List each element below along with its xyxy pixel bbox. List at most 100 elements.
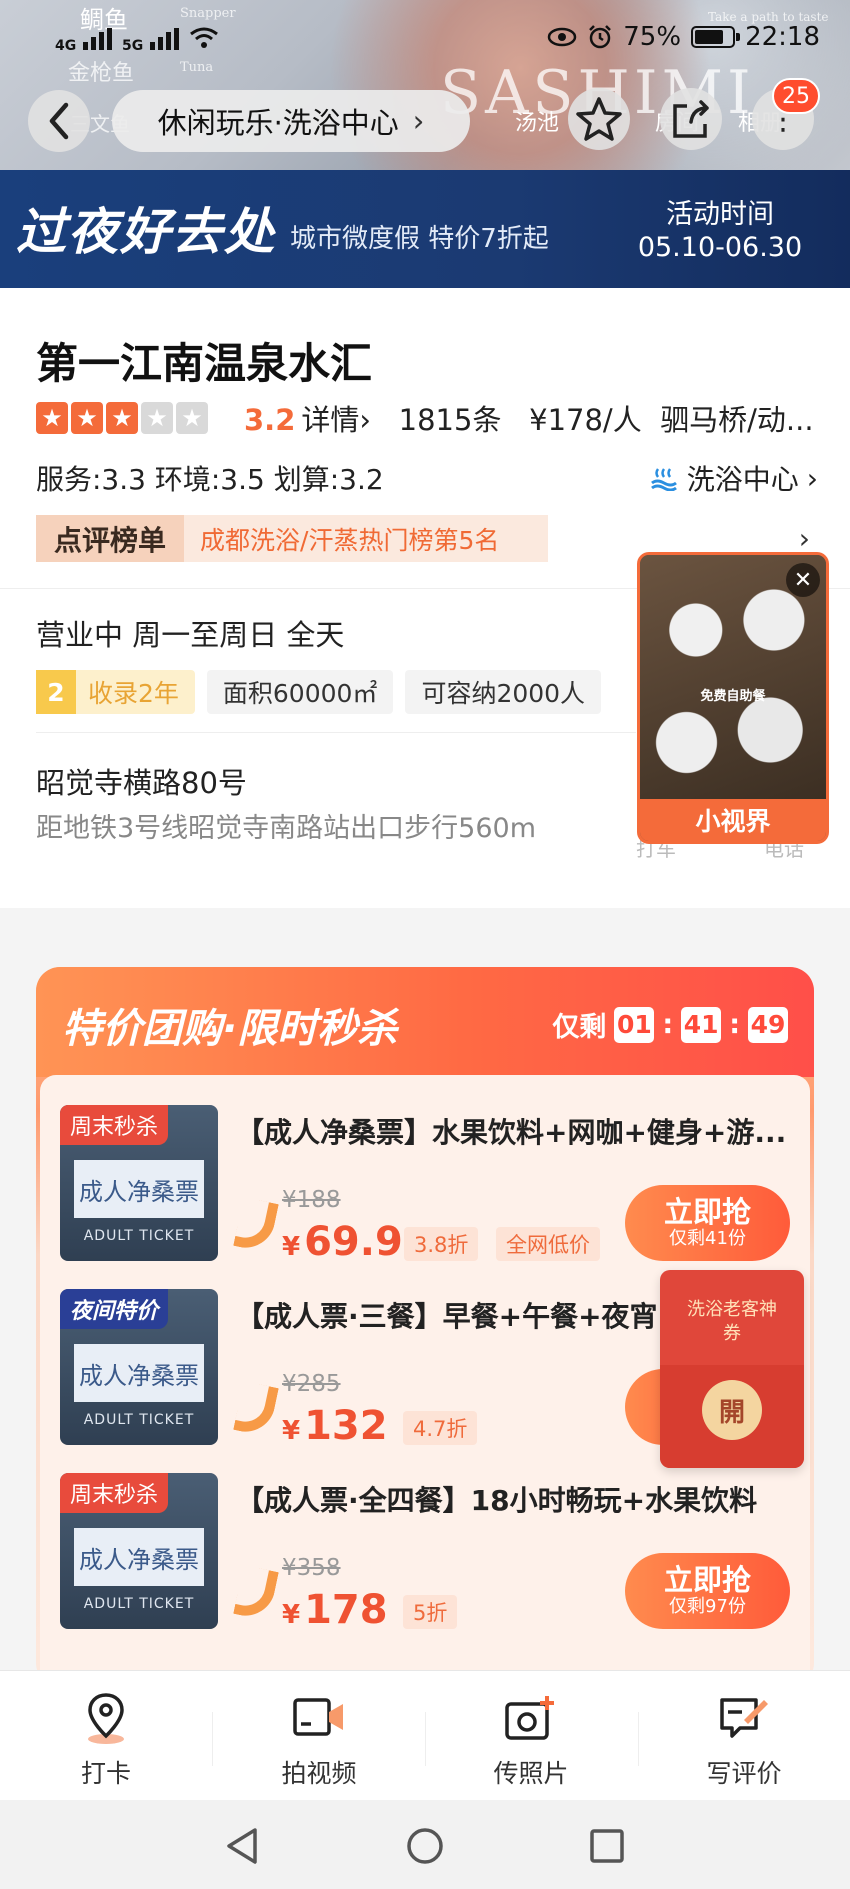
hot-spring-icon — [650, 468, 677, 491]
system-recents-icon[interactable] — [587, 1826, 627, 1866]
deal-thumbnail: 成人净桑票 ADULT TICKET 夜间特价 — [60, 1289, 218, 1445]
deal-ribbon: 周末秒杀 — [60, 1473, 169, 1513]
currency-symbol: ¥ — [282, 1600, 301, 1630]
coupon-open-button[interactable]: 開 — [702, 1380, 762, 1440]
original-price: ¥285 — [282, 1371, 341, 1397]
battery-percent: 75% — [623, 22, 682, 52]
buy-label: 立即抢 — [663, 1195, 751, 1229]
thumb-ticket-text: 成人净桑票 — [74, 1528, 204, 1586]
chevron-right-icon: › — [412, 104, 425, 138]
sub-scores: 服务:3.3 环境:3.5 划算:3.2 — [36, 463, 384, 496]
currency-symbol: ¥ — [282, 1232, 301, 1262]
details-link[interactable]: 详情 — [301, 403, 359, 437]
category-label: 洗浴中心 — [686, 463, 799, 496]
tab-label: 写评价 — [706, 1759, 782, 1788]
deal-price: ¥178 — [282, 1587, 388, 1633]
video-label: 小视界 — [640, 799, 826, 841]
wifi-icon — [190, 27, 218, 48]
coupon-title: 洗浴老客神券 — [687, 1299, 777, 1344]
category-link[interactable]: 洗浴中心 › — [649, 458, 818, 498]
location-pin-icon — [76, 1690, 136, 1746]
deal-item[interactable]: 成人净桑票 ADULT TICKET 周末秒杀 【成人净桑票】水果饮料+网咖+健… — [60, 1105, 820, 1265]
countdown-timer: 仅剩 01 : 41 : 49 — [552, 1005, 788, 1044]
promo-banner[interactable]: 过夜好去处 城市微度假 特价7折起 活动时间 05.10-06.30 — [0, 170, 850, 288]
star-filled-icon: ★ — [36, 402, 68, 434]
countdown-hours: 01 — [614, 1006, 655, 1043]
back-button[interactable] — [28, 90, 90, 152]
ranking-banner[interactable]: 点评榜单 成都洗浴/汗蒸热门榜第5名 — [36, 515, 548, 562]
breadcrumb-text: 休闲玩乐·洗浴中心 — [157, 106, 399, 140]
area-name[interactable]: 驷马桥/动... — [660, 403, 813, 437]
tab-review[interactable]: 写评价 — [654, 1690, 834, 1790]
tab-video[interactable]: 拍视频 — [229, 1690, 409, 1790]
countdown-sep: : — [729, 1009, 740, 1040]
share-icon — [673, 100, 709, 138]
tag-years-text: 收录2年 — [88, 679, 179, 708]
tag-years-number: 2 — [36, 670, 76, 714]
photo-camera-add-icon — [501, 1690, 561, 1746]
rating-score: 3.2 — [244, 403, 296, 437]
countdown-sep: : — [662, 1009, 674, 1040]
buy-now-button[interactable]: 立即抢 仅剩97份 — [625, 1553, 790, 1629]
coupon-red-packet[interactable]: 洗浴老客神券 開 — [660, 1270, 804, 1468]
floating-video[interactable]: 免费自助餐 ✕ 小视界 — [637, 552, 829, 844]
share-button[interactable] — [660, 88, 722, 150]
favorite-button[interactable] — [568, 88, 630, 150]
promo-title: 过夜好去处 — [16, 203, 276, 261]
buy-label: 立即抢 — [663, 1563, 751, 1597]
deal-item[interactable]: 成人净桑票 ADULT TICKET 周末秒杀 【成人票·全四餐】18小时畅玩+… — [60, 1473, 820, 1633]
tab-photo[interactable]: 传照片 — [441, 1690, 621, 1790]
discount-tag: 4.7折 — [403, 1411, 478, 1445]
original-price: ¥358 — [282, 1555, 341, 1581]
divider — [425, 1712, 426, 1766]
signal-indicators: 4G 5G — [55, 26, 219, 54]
system-navigation-bar — [0, 1800, 850, 1889]
price-down-arrow-icon — [233, 1380, 279, 1438]
lowest-price-tag: 全网低价 — [496, 1227, 600, 1261]
deal-ribbon: 周末秒杀 — [60, 1105, 169, 1145]
video-camera-icon — [289, 1690, 349, 1746]
video-caption: 免费自助餐 — [700, 689, 766, 704]
alarm-icon — [589, 25, 612, 49]
status-right: 75% 22:18 — [547, 22, 820, 52]
chevron-right-icon: › — [798, 522, 810, 555]
deal-price: ¥69.9 — [282, 1219, 403, 1265]
thumb-ticket-text: 成人净桑票 — [74, 1160, 204, 1218]
address[interactable]: 昭觉寺横路80号 — [36, 760, 247, 802]
divider — [638, 1712, 639, 1766]
system-back-icon[interactable] — [223, 1826, 263, 1866]
promo-time-label: 活动时间 — [666, 199, 774, 230]
promo-time-value: 05.10-06.30 — [637, 232, 803, 263]
original-price: ¥188 — [282, 1187, 341, 1213]
countdown-minutes: 41 — [681, 1006, 722, 1043]
price-value: 178 — [304, 1587, 388, 1633]
countdown-label: 仅剩 — [552, 1012, 607, 1043]
signal-icon-2 — [150, 28, 180, 50]
thumb-ticket-en: ADULT TICKET — [83, 1596, 195, 1612]
write-review-icon — [714, 1690, 774, 1746]
tag-years: 2 收录2年 — [36, 670, 195, 714]
breadcrumb[interactable]: 休闲玩乐·洗浴中心 › — [112, 90, 470, 152]
close-icon[interactable]: ✕ — [786, 563, 820, 597]
price-down-arrow-icon — [233, 1564, 279, 1622]
currency-symbol: ¥ — [282, 1416, 301, 1446]
discount-tag: 5折 — [403, 1595, 458, 1629]
system-home-icon[interactable] — [405, 1826, 445, 1866]
network-type: 4G — [55, 38, 77, 54]
chevron-right-icon: › — [359, 403, 371, 437]
eye-icon — [548, 27, 577, 47]
deal-thumbnail: 成人净桑票 ADULT TICKET 周末秒杀 — [60, 1473, 218, 1629]
tab-checkin[interactable]: 打卡 — [16, 1690, 196, 1790]
countdown-seconds: 49 — [748, 1006, 788, 1043]
stock-left: 仅剩97份 — [669, 1596, 746, 1617]
buy-now-button[interactable]: 立即抢 仅剩41份 — [625, 1185, 790, 1261]
rating-row[interactable]: 3.2 详情› 1815条 ¥178/人 驷马桥/动... — [244, 397, 814, 439]
star-rating: ★ ★ ★ ★ ★ — [36, 402, 208, 434]
flash-sale-title: 特价团购·限时秒杀 — [62, 1006, 398, 1052]
tag-area: 面积60000㎡ — [206, 670, 394, 714]
tab-label: 打卡 — [80, 1759, 131, 1788]
deal-title: 【成人票·三餐】早餐+午餐+夜宵 — [236, 1300, 658, 1333]
deal-thumbnail: 成人净桑票 ADULT TICKET 周末秒杀 — [60, 1105, 218, 1261]
thumb-ticket-en: ADULT TICKET — [83, 1412, 195, 1428]
review-count[interactable]: 1815条 — [399, 403, 502, 437]
